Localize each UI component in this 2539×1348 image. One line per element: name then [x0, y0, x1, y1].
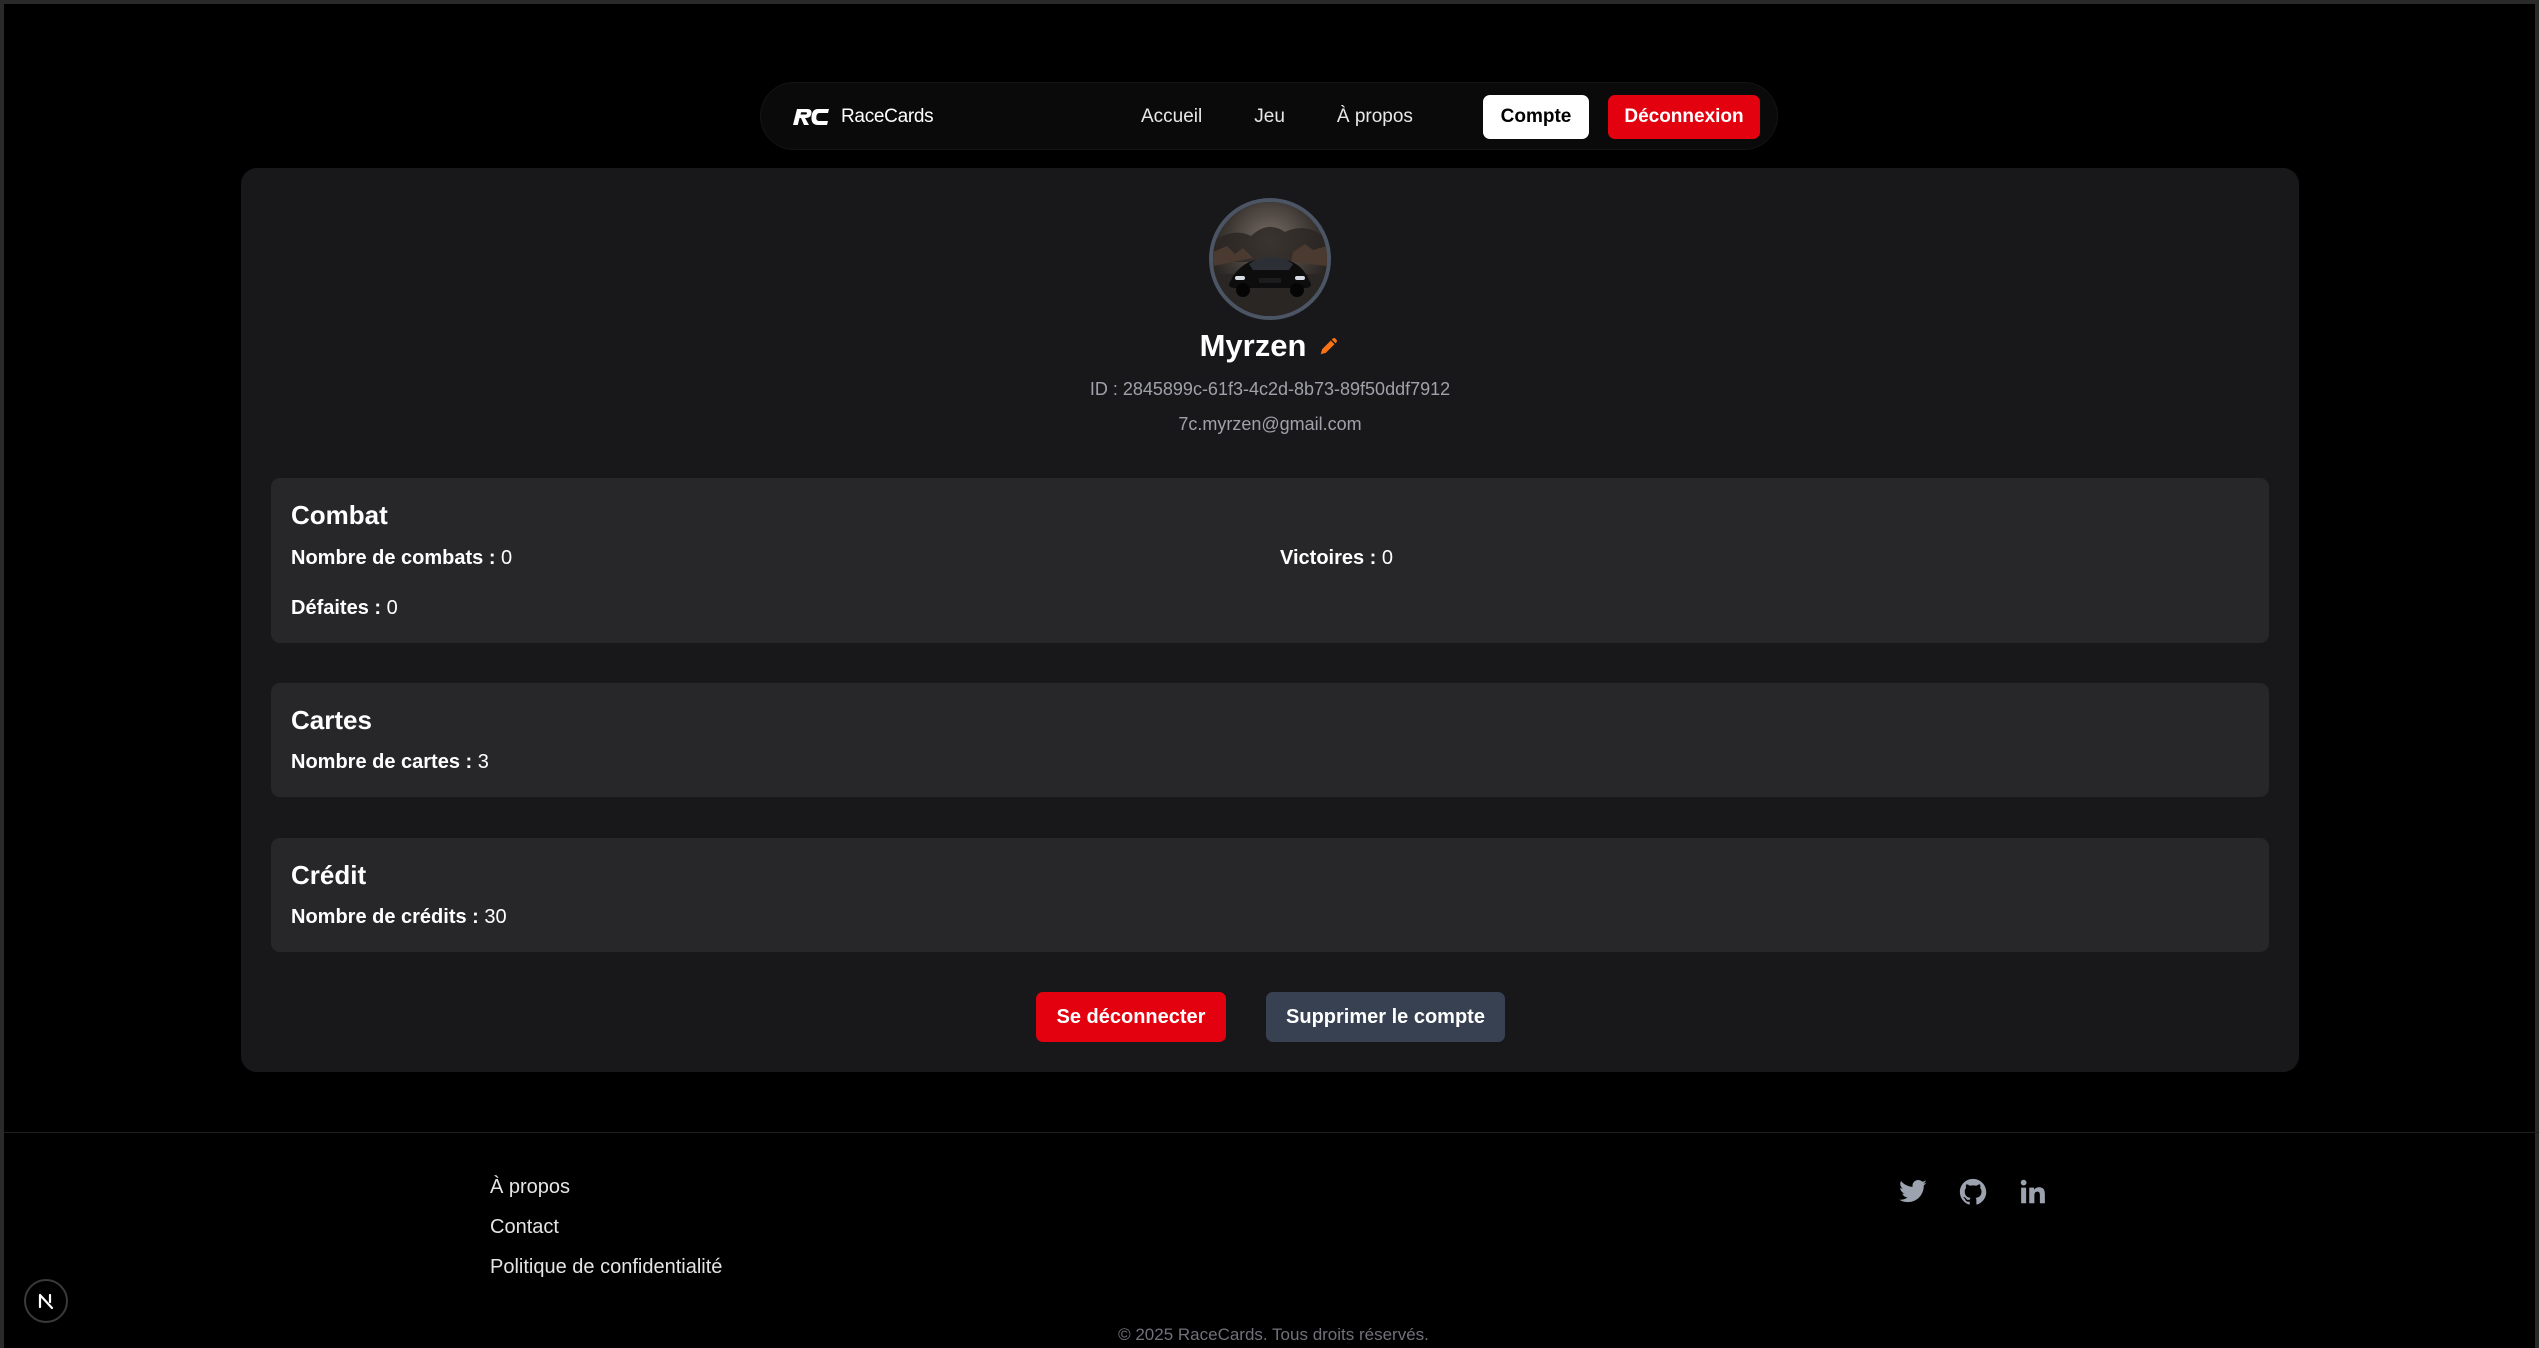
fights-stat: Nombre de combats : 0 [291, 547, 512, 570]
user-email: 7c.myrzen@gmail.com [1178, 414, 1362, 434]
car-avatar-icon [1213, 202, 1327, 316]
credit-title: Crédit [291, 860, 367, 890]
credit-value: 30 [484, 906, 507, 928]
profile-card: Myrzen ID : 2845899c-61f3-4c2d-8b73-89f5… [241, 168, 2299, 1072]
nav-link-jeu[interactable]: Jeu [1254, 106, 1285, 128]
cards-value: 3 [477, 751, 489, 773]
credit-stat: Nombre de crédits : 30 [291, 906, 507, 929]
nav-link-accueil[interactable]: Accueil [1141, 106, 1202, 128]
nextjs-icon [38, 1293, 54, 1310]
losses-label: Défaites : [291, 597, 382, 619]
footer-link-a-propos[interactable]: À propos [490, 1175, 722, 1199]
pencil-edit-icon[interactable] [1318, 335, 1340, 357]
top-navbar: RaceCards Accueil Jeu À propos Compte Dé… [760, 82, 1778, 150]
cards-title: Cartes [291, 705, 372, 735]
wins-label: Victoires : [1280, 547, 1377, 569]
combat-title: Combat [291, 500, 388, 530]
sign-out-button[interactable]: Se déconnecter [1036, 992, 1226, 1042]
social-links [1898, 1177, 2048, 1207]
credit-label: Nombre de crédits : [291, 906, 479, 928]
avatar[interactable] [1209, 198, 1331, 320]
fights-value: 0 [501, 547, 513, 569]
nav-links: Accueil Jeu À propos [1141, 83, 1413, 151]
fights-label: Nombre de combats : [291, 547, 496, 569]
credit-section: Crédit Nombre de crédits : 30 [271, 838, 2269, 952]
wins-stat: Victoires : 0 [1280, 547, 1393, 570]
cards-section: Cartes Nombre de cartes : 3 [271, 683, 2269, 797]
account-actions: Se déconnecter Supprimer le compte [241, 992, 2299, 1042]
brand-link[interactable]: RaceCards [791, 83, 934, 151]
combat-section: Combat Nombre de combats : 0 Victoires :… [271, 478, 2269, 643]
nav-link-a-propos[interactable]: À propos [1337, 106, 1413, 128]
wins-value: 0 [1381, 547, 1394, 569]
footer: À propos Contact Politique de confidenti… [4, 1132, 2539, 1348]
twitter-icon[interactable] [1898, 1177, 1928, 1207]
account-button[interactable]: Compte [1483, 95, 1589, 139]
nextjs-dev-badge[interactable] [24, 1279, 68, 1323]
brand-name: RaceCards [841, 106, 934, 127]
copyright: © 2025 RaceCards. Tous droits réservés. [1118, 1325, 1429, 1344]
delete-account-button[interactable]: Supprimer le compte [1266, 992, 1505, 1042]
footer-link-privacy[interactable]: Politique de confidentialité [490, 1255, 722, 1279]
page: RaceCards Accueil Jeu À propos Compte Dé… [0, 0, 2539, 1348]
losses-value: 0 [386, 597, 398, 619]
linkedin-icon[interactable] [2018, 1177, 2048, 1207]
nav-logout-button[interactable]: Déconnexion [1608, 95, 1760, 139]
footer-link-contact[interactable]: Contact [490, 1215, 722, 1239]
github-icon[interactable] [1958, 1177, 1988, 1207]
losses-stat: Défaites : 0 [291, 597, 398, 620]
racecards-logo-icon [793, 109, 829, 125]
username: Myrzen [1199, 328, 1307, 363]
cards-stat: Nombre de cartes : 3 [291, 751, 489, 774]
username-row: Myrzen [241, 328, 2299, 364]
cards-label: Nombre de cartes : [291, 751, 473, 773]
user-id: ID : 2845899c-61f3-4c2d-8b73-89f50ddf791… [1089, 379, 1451, 399]
footer-links: À propos Contact Politique de confidenti… [490, 1175, 722, 1295]
